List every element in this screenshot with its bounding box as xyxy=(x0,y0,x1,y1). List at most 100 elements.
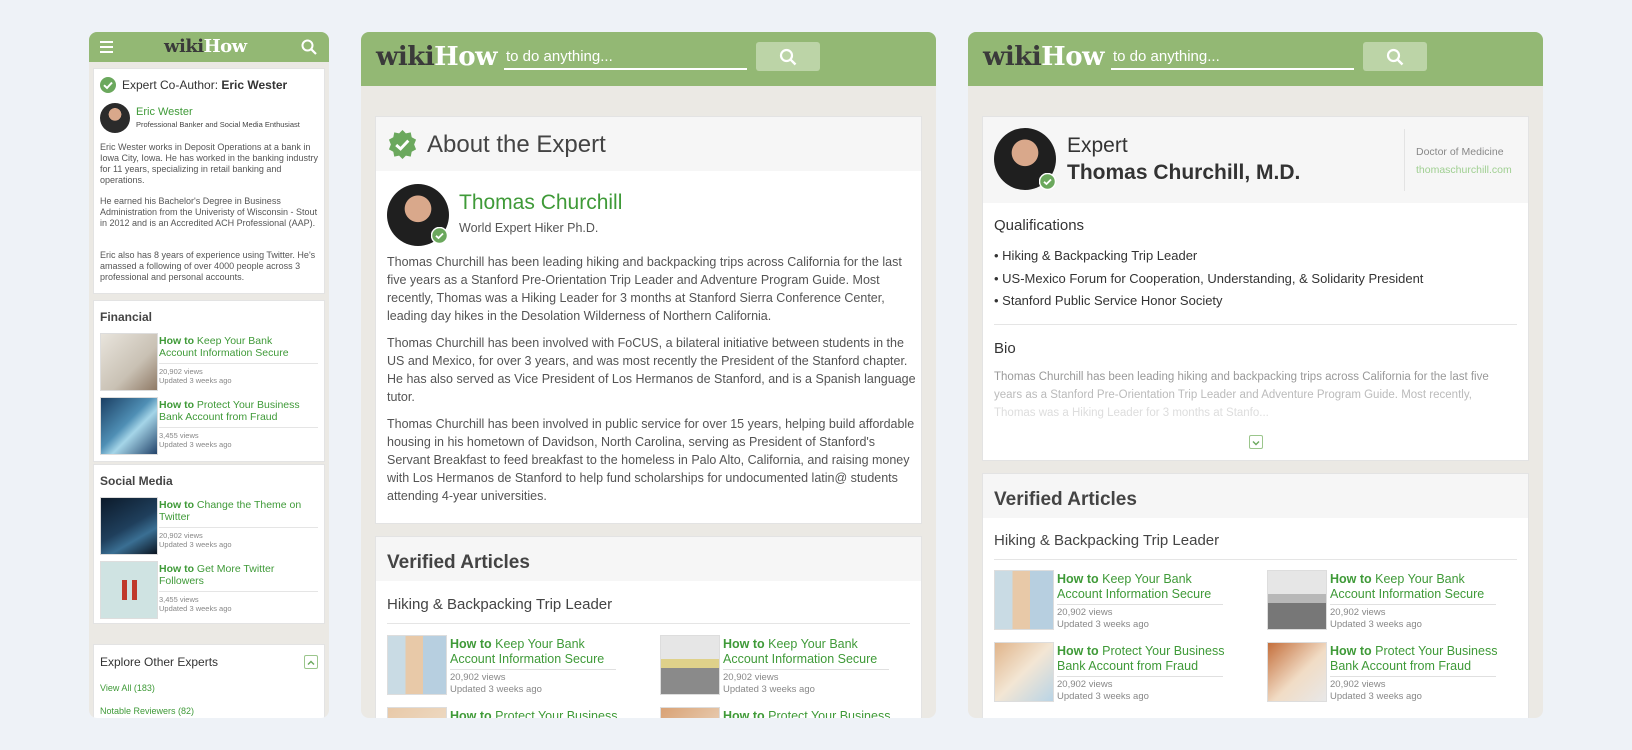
qualification-item: • Hiking & Backpacking Trip Leader xyxy=(994,248,1198,263)
search-button[interactable] xyxy=(756,42,820,71)
bio-line: Thomas was a Hiking Leader for 3 months … xyxy=(994,407,1269,419)
section-title: Financial xyxy=(100,310,153,324)
verified-subtitle: Hiking & Backpacking Trip Leader xyxy=(994,532,1220,549)
verified-check-icon xyxy=(100,77,116,93)
article-title[interactable]: How to Protect Your Business Bank Accoun… xyxy=(1330,644,1500,674)
article-thumbnail[interactable] xyxy=(100,333,158,391)
article-title[interactable]: How to Protect Your Business xyxy=(450,709,620,718)
coauthor-card: Expert Co-Author: Eric Wester Eric Weste… xyxy=(93,68,325,294)
search-icon xyxy=(1386,48,1404,65)
article-updated: Updated 3 weeks ago xyxy=(159,604,232,613)
article-views: 20,902 views xyxy=(159,367,203,376)
qualification-item: • Stanford Public Service Honor Society xyxy=(994,293,1223,308)
verified-badge-icon xyxy=(388,129,417,160)
article-title[interactable]: How to Keep Your Bank Account Informatio… xyxy=(1057,572,1227,602)
collapse-chevron-up-icon[interactable] xyxy=(304,655,318,669)
article-views: 20,902 views xyxy=(1330,679,1386,690)
article-views: 20,902 views xyxy=(1057,679,1113,690)
article-views: 20,902 views xyxy=(450,672,506,683)
article-views: 3,455 views xyxy=(159,595,199,604)
desktop-header: wikiHow to do anything... xyxy=(968,32,1543,86)
article-thumbnail[interactable] xyxy=(100,497,158,555)
article-thumbnail[interactable] xyxy=(100,561,158,619)
search-icon[interactable] xyxy=(301,39,317,55)
hamburger-menu-icon[interactable] xyxy=(100,41,113,53)
avatar-verified-icon xyxy=(431,227,448,244)
verified-subtitle: Hiking & Backpacking Trip Leader xyxy=(387,596,613,613)
mobile-screen: wikiHow Expert Co-Author: Eric Wester Er… xyxy=(89,32,329,718)
article-thumbnail[interactable] xyxy=(1267,570,1327,630)
expert-label: Expert xyxy=(1067,134,1128,157)
wikihow-logo[interactable]: wikiHow xyxy=(983,42,1104,72)
article-updated: Updated 3 weeks ago xyxy=(1057,619,1149,630)
qualifications-title: Qualifications xyxy=(994,217,1085,234)
mobile-header: wikiHow xyxy=(89,32,329,62)
article-title[interactable]: How to Change the Theme on Twitter xyxy=(159,499,309,523)
search-input[interactable]: to do anything... xyxy=(504,48,747,70)
search-input[interactable]: to do anything... xyxy=(1111,48,1354,70)
article-updated: Updated 3 weeks ago xyxy=(159,540,232,549)
article-views: 20,902 views xyxy=(1330,607,1386,618)
explore-link-notable[interactable]: Notable Reviewers (82) xyxy=(100,706,194,716)
coauthor-line: Expert Co-Author: Eric Wester xyxy=(122,78,287,92)
desktop-screen-expert-profile: wikiHow to do anything... Expert Thomas … xyxy=(968,32,1543,718)
author-title: Professional Banker and Social Media Ent… xyxy=(136,120,300,129)
article-thumbnail[interactable] xyxy=(1267,642,1327,702)
article-views: 20,902 views xyxy=(723,672,779,683)
article-updated: Updated 3 weeks ago xyxy=(1330,691,1422,702)
verified-title: Verified Articles xyxy=(994,489,1137,510)
desktop-screen-about-expert: wikiHow to do anything... About the Expe… xyxy=(361,32,936,718)
about-expert-card: About the Expert Thomas Churchill World … xyxy=(375,116,922,524)
article-title[interactable]: How to Keep Your Bank Account Informatio… xyxy=(723,637,893,667)
article-updated: Updated 3 weeks ago xyxy=(450,684,542,695)
section-social-media: Social Media How to Change the Theme on … xyxy=(93,464,325,624)
article-thumbnail[interactable] xyxy=(387,707,447,718)
verified-articles-card: Verified Articles Hiking & Backpacking T… xyxy=(982,473,1529,718)
wikihow-logo[interactable]: wikiHow xyxy=(164,36,247,57)
article-views: 20,902 views xyxy=(1057,607,1113,618)
article-thumbnail[interactable] xyxy=(100,397,158,455)
author-name[interactable]: Eric Wester xyxy=(136,106,193,118)
article-thumbnail[interactable] xyxy=(994,642,1054,702)
desktop-header: wikiHow to do anything... xyxy=(361,32,936,86)
article-title[interactable]: How to Keep Your Bank Account Informatio… xyxy=(450,637,620,667)
author-bio-3: Eric also has 8 years of experience usin… xyxy=(100,250,316,282)
article-thumbnail[interactable] xyxy=(660,707,720,718)
explore-experts-card: Explore Other Experts View All (183) Not… xyxy=(93,644,325,718)
article-thumbnail[interactable] xyxy=(994,570,1054,630)
logo-wiki: wiki xyxy=(983,42,1042,72)
logo-how: How xyxy=(203,36,248,57)
article-thumbnail[interactable] xyxy=(387,635,447,695)
article-title[interactable]: How to Protect Your Business xyxy=(723,709,893,718)
article-views: 3,455 views xyxy=(159,431,199,440)
expert-website-link[interactable]: thomaschurchill.com xyxy=(1416,164,1512,176)
article-updated: Updated 3 weeks ago xyxy=(1057,691,1149,702)
article-title[interactable]: How to Protect Your Business Bank Accoun… xyxy=(159,399,309,423)
article-updated: Updated 3 weeks ago xyxy=(159,440,232,449)
expert-subtitle: World Expert Hiker Ph.D. xyxy=(459,221,599,235)
bio-title: Bio xyxy=(994,340,1016,357)
verified-articles-card: Verified Articles Hiking & Backpacking T… xyxy=(375,536,922,718)
expert-name[interactable]: Thomas Churchill xyxy=(459,191,622,215)
expert-degree: Doctor of Medicine xyxy=(1416,146,1504,158)
article-title[interactable]: How to Get More Twitter Followers xyxy=(159,563,309,587)
article-title[interactable]: How to Protect Your Business Bank Accoun… xyxy=(1057,644,1227,674)
qualification-item: • US-Mexico Forum for Cooperation, Under… xyxy=(994,271,1424,286)
article-updated: Updated 3 weeks ago xyxy=(159,376,232,385)
avatar-verified-icon xyxy=(1039,173,1056,190)
search-button[interactable] xyxy=(1363,42,1427,71)
expand-chevron-down-icon[interactable] xyxy=(1249,435,1263,449)
explore-title: Explore Other Experts xyxy=(100,655,219,669)
logo-wiki: wiki xyxy=(376,42,435,72)
article-title[interactable]: How to Keep Your Bank Account Informatio… xyxy=(159,335,309,359)
article-title[interactable]: How to Keep Your Bank Account Informatio… xyxy=(1330,572,1500,602)
verified-title: Verified Articles xyxy=(387,552,530,573)
logo-how: How xyxy=(434,42,497,72)
article-thumbnail[interactable] xyxy=(660,635,720,695)
expert-bio-1: Thomas Churchill has been leading hiking… xyxy=(387,255,902,323)
explore-link-view-all[interactable]: View All (183) xyxy=(100,683,155,693)
author-avatar[interactable] xyxy=(100,103,130,133)
coauthor-name[interactable]: Eric Wester xyxy=(221,78,287,92)
expert-bio-2: Thomas Churchill has been involved with … xyxy=(387,336,916,404)
wikihow-logo[interactable]: wikiHow xyxy=(376,42,497,72)
